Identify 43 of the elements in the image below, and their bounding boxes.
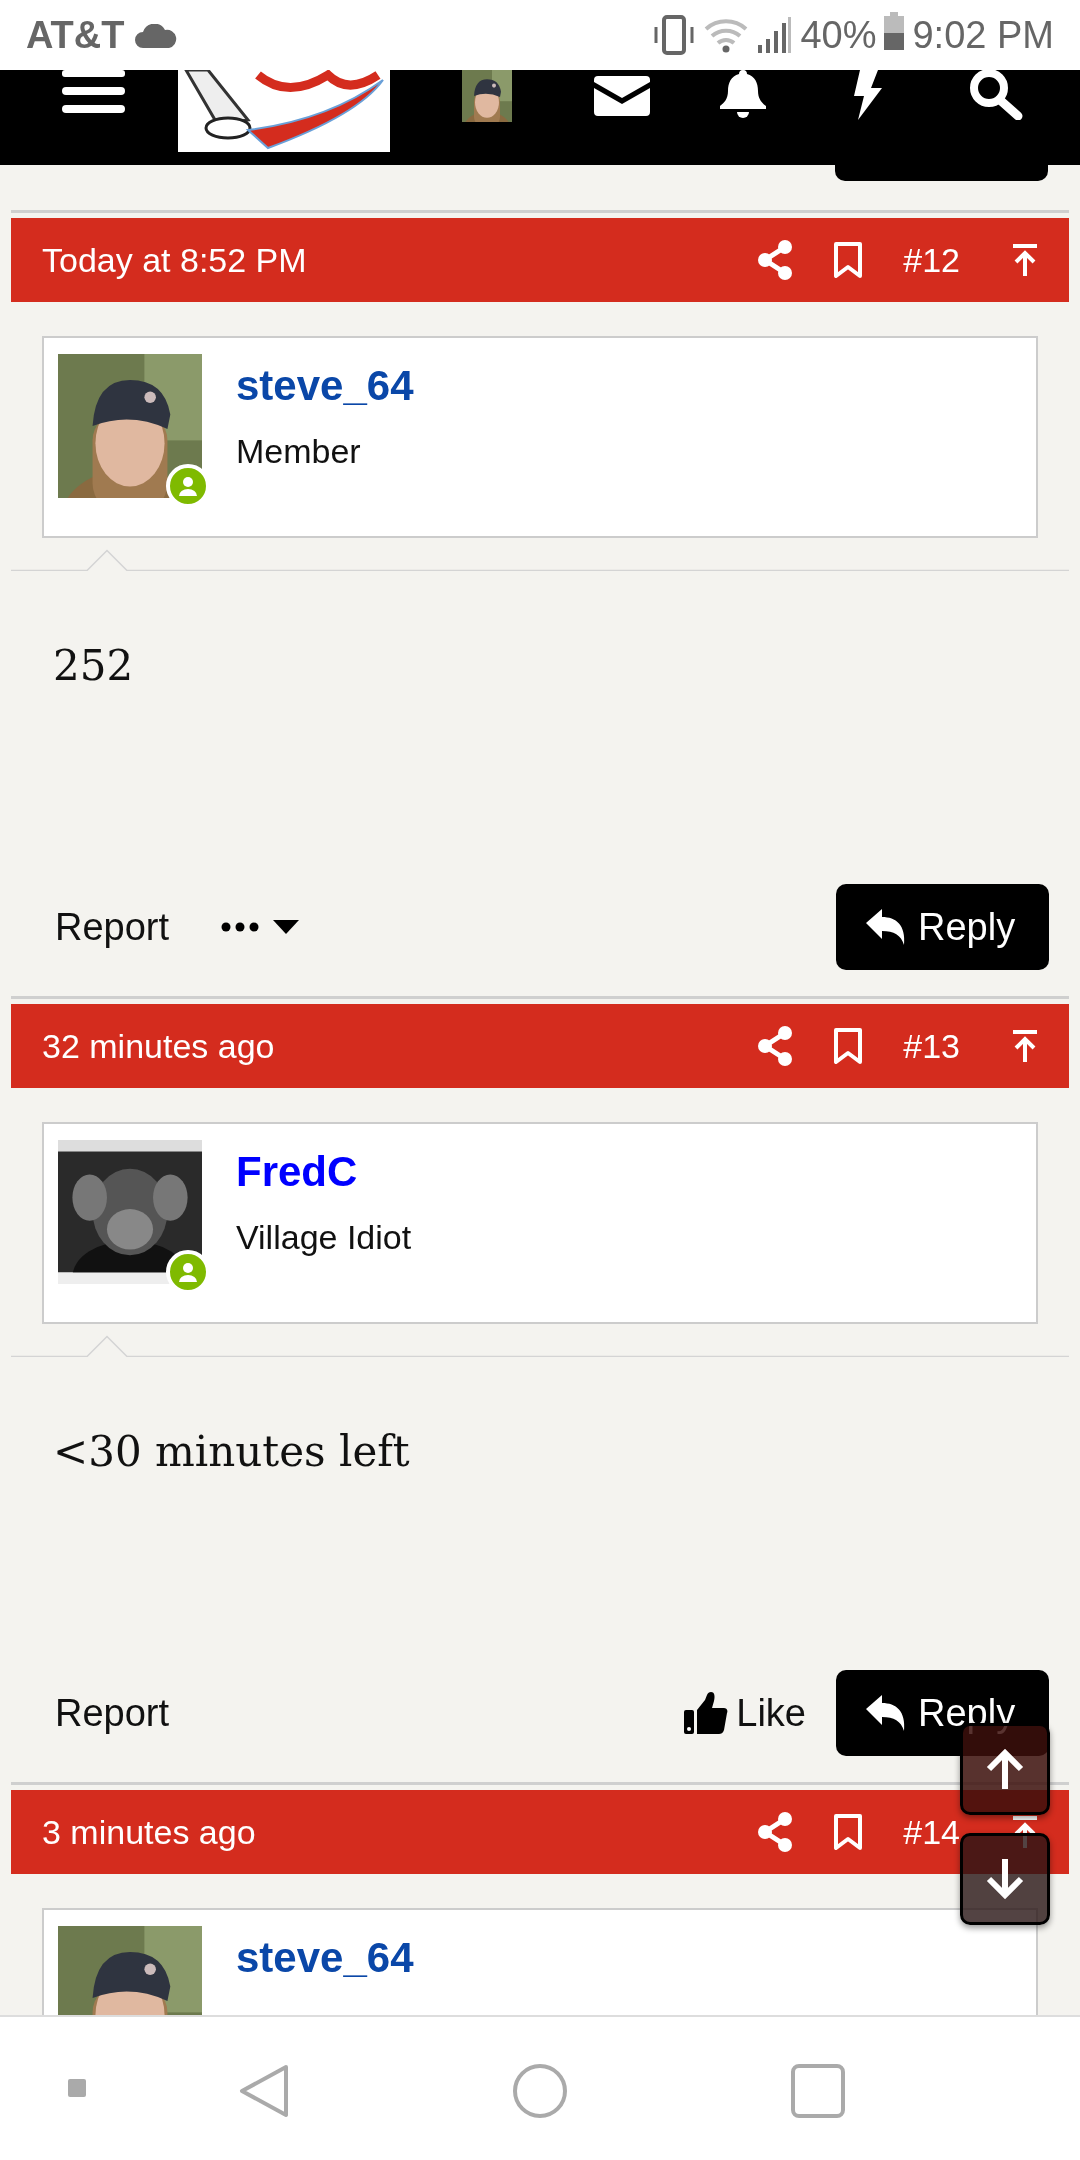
post-time[interactable]: Today at 8:52 PM (42, 240, 307, 280)
wifi-icon (704, 17, 749, 53)
post-time[interactable]: 3 minutes ago (42, 1812, 256, 1852)
cloud-icon (134, 23, 177, 48)
more-icon[interactable] (221, 922, 260, 932)
post-message: 252 (53, 641, 134, 690)
search-icon[interactable] (967, 70, 1024, 120)
post-number[interactable]: #14 (903, 1812, 960, 1852)
vibrate-icon (652, 15, 697, 55)
reply-icon (866, 1695, 906, 1731)
share-icon[interactable] (757, 240, 794, 280)
thumbs-up-icon (684, 1692, 729, 1734)
reply-icon (866, 909, 906, 945)
arrow-down-icon (985, 1857, 1025, 1901)
report-link[interactable]: Report (55, 1670, 170, 1756)
post-number[interactable]: #12 (903, 240, 960, 280)
user-title: Member (236, 432, 362, 471)
signal-icon (756, 17, 793, 53)
like-button[interactable]: Like (684, 1670, 806, 1756)
mail-icon[interactable] (594, 76, 650, 116)
username-link[interactable]: FredC (236, 1148, 412, 1196)
battery-percent: 40% (800, 13, 877, 57)
bell-icon[interactable] (718, 70, 768, 118)
reply-button[interactable]: Reply (836, 884, 1049, 970)
menu-icon[interactable] (62, 70, 125, 115)
username-link[interactable]: steve_64 (236, 362, 414, 410)
post-number[interactable]: #13 (903, 1026, 960, 1066)
report-link[interactable]: Report (55, 884, 170, 970)
carrier-name: AT&T (26, 13, 125, 57)
post-message: <30 minutes left (53, 1427, 410, 1476)
username-link[interactable]: steve_64 (236, 1934, 414, 1982)
post-time[interactable]: 32 minutes ago (42, 1026, 275, 1066)
clock-time: 9:02 PM (912, 13, 1054, 57)
bookmark-icon[interactable] (833, 241, 864, 279)
arrow-up-icon (985, 1747, 1025, 1791)
share-icon[interactable] (757, 1812, 794, 1852)
battery-icon (884, 11, 905, 50)
caret-icon[interactable] (273, 919, 300, 935)
bookmark-icon[interactable] (833, 1027, 864, 1065)
share-icon[interactable] (757, 1026, 794, 1066)
user-title: Village Idiot (236, 1218, 412, 1257)
scroll-down-button[interactable] (960, 1833, 1050, 1925)
bookmark-icon[interactable] (833, 1813, 864, 1851)
